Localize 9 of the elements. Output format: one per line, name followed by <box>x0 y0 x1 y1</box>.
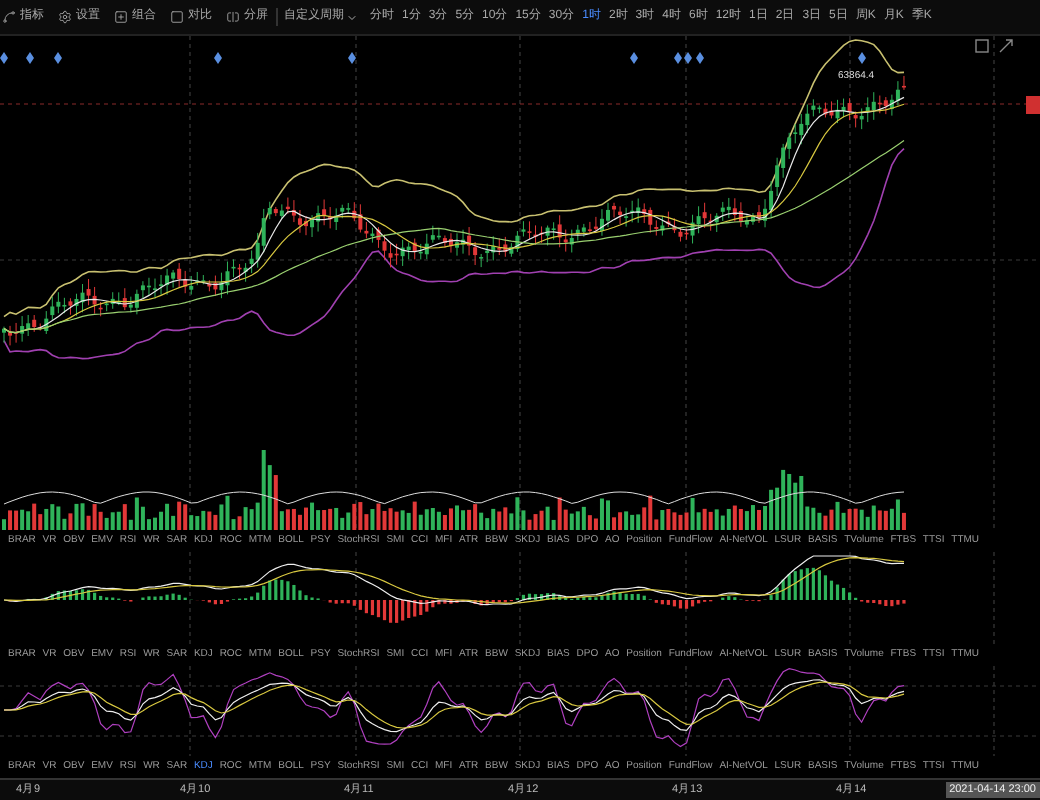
split-square-icon <box>226 10 240 24</box>
square-icon[interactable] <box>975 39 989 53</box>
caret-icon <box>346 11 358 23</box>
square-icon <box>170 10 184 24</box>
gear-icon <box>58 10 72 24</box>
price-tag <box>1026 96 1040 114</box>
square-plus-icon <box>114 10 128 24</box>
expand-icon[interactable] <box>999 39 1013 53</box>
line-chart-icon <box>2 10 16 24</box>
